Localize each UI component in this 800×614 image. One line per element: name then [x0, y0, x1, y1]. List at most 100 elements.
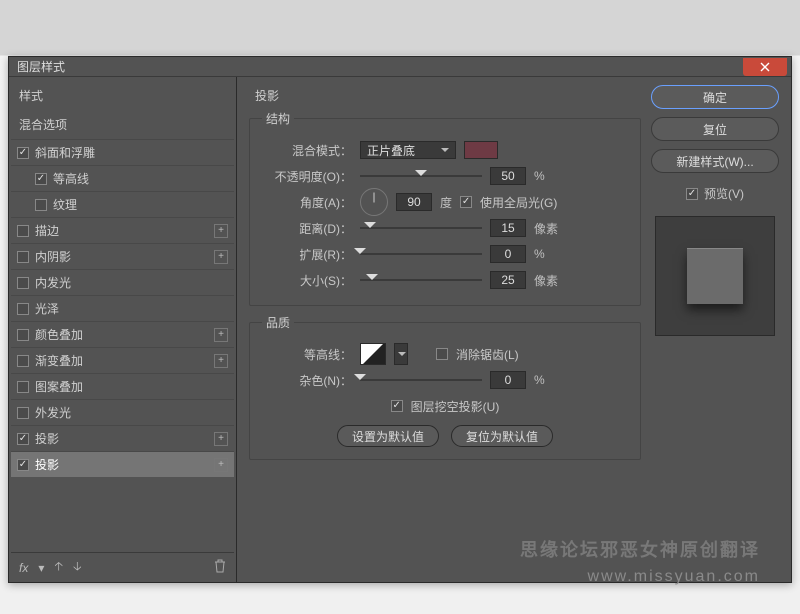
- plus-icon[interactable]: +: [214, 432, 228, 446]
- noise-input[interactable]: 0: [490, 371, 526, 389]
- sidebar-item-label: 描边: [35, 222, 59, 239]
- quality-group: 品质 等高线： 消除锯齿(L) 杂色(N)： 0 %: [249, 314, 641, 460]
- trash-icon[interactable]: [214, 559, 226, 576]
- angle-input[interactable]: 90: [396, 193, 432, 211]
- blend-options-header[interactable]: 混合选项: [11, 110, 234, 139]
- spread-input[interactable]: 0: [490, 245, 526, 263]
- reset-default-button[interactable]: 复位为默认值: [451, 425, 553, 447]
- contour-picker[interactable]: [360, 343, 386, 365]
- checkbox-icon[interactable]: [17, 225, 29, 237]
- checkbox-icon[interactable]: [17, 147, 29, 159]
- angle-unit: 度: [440, 194, 452, 211]
- sidebar-item-stroke[interactable]: 描边 +: [11, 217, 234, 243]
- contour-dropdown[interactable]: [394, 343, 408, 365]
- structure-legend: 结构: [262, 110, 294, 127]
- sidebar-item-label: 图案叠加: [35, 378, 83, 395]
- cancel-button[interactable]: 复位: [651, 117, 779, 141]
- global-light-label: 使用全局光(G): [480, 194, 557, 211]
- opacity-label: 不透明度(O)：: [262, 168, 352, 185]
- plus-icon[interactable]: +: [214, 250, 228, 264]
- chevron-down-icon[interactable]: ▾: [38, 561, 44, 575]
- size-slider[interactable]: [360, 273, 482, 287]
- knockout-checkbox[interactable]: [391, 400, 403, 412]
- spread-row: 扩展(R)： 0 %: [262, 241, 628, 267]
- knockout-label: 图层挖空投影(U): [411, 398, 500, 415]
- opacity-input[interactable]: 50: [490, 167, 526, 185]
- checkbox-icon[interactable]: [17, 407, 29, 419]
- ok-button[interactable]: 确定: [651, 85, 779, 109]
- blend-mode-row: 混合模式： 正片叠底: [262, 137, 628, 163]
- arrow-up-icon[interactable]: 🡡: [54, 557, 63, 578]
- sidebar-header: 样式: [11, 81, 234, 110]
- angle-label: 角度(A)：: [262, 194, 352, 211]
- blend-mode-label: 混合模式：: [262, 142, 352, 159]
- noise-row: 杂色(N)： 0 %: [262, 367, 628, 393]
- shadow-color-swatch[interactable]: [464, 141, 498, 159]
- checkbox-icon[interactable]: [17, 277, 29, 289]
- antialias-checkbox[interactable]: [436, 348, 448, 360]
- sidebar-item-gradient-overlay[interactable]: 渐变叠加 +: [11, 347, 234, 373]
- opacity-slider[interactable]: [360, 169, 482, 183]
- contour-row: 等高线： 消除锯齿(L): [262, 341, 628, 367]
- distance-label: 距离(D)：: [262, 220, 352, 237]
- distance-slider[interactable]: [360, 221, 482, 235]
- sidebar-item-label: 内阴影: [35, 248, 71, 265]
- checkbox-icon[interactable]: [17, 303, 29, 315]
- sidebar-item-inner-shadow[interactable]: 内阴影 +: [11, 243, 234, 269]
- close-icon: [760, 62, 770, 72]
- plus-icon[interactable]: +: [214, 458, 228, 472]
- preview-checkbox[interactable]: [686, 188, 698, 200]
- sidebar-item-color-overlay[interactable]: 颜色叠加 +: [11, 321, 234, 347]
- size-unit: 像素: [534, 272, 558, 289]
- sidebar-item-bevel[interactable]: 斜面和浮雕: [11, 139, 234, 165]
- sidebar-item-label: 渐变叠加: [35, 352, 83, 369]
- plus-icon[interactable]: +: [214, 354, 228, 368]
- checkbox-icon[interactable]: [35, 173, 47, 185]
- opacity-row: 不透明度(O)： 50 %: [262, 163, 628, 189]
- checkbox-icon[interactable]: [17, 381, 29, 393]
- noise-unit: %: [534, 373, 545, 387]
- fx-menu-button[interactable]: fx: [19, 561, 28, 575]
- global-light-checkbox[interactable]: [460, 196, 472, 208]
- plus-icon[interactable]: +: [214, 328, 228, 342]
- sidebar-item-outer-glow[interactable]: 外发光: [11, 399, 234, 425]
- spread-unit: %: [534, 247, 545, 261]
- sidebar-item-satin[interactable]: 光泽: [11, 295, 234, 321]
- arrow-down-icon[interactable]: 🡣: [73, 557, 82, 578]
- panel-title: 投影: [255, 87, 641, 104]
- sidebar-item-pattern-overlay[interactable]: 图案叠加: [11, 373, 234, 399]
- checkbox-icon[interactable]: [17, 433, 29, 445]
- blend-mode-select[interactable]: 正片叠底: [360, 141, 456, 159]
- angle-dial[interactable]: [360, 188, 388, 216]
- checkbox-icon[interactable]: [17, 459, 29, 471]
- make-default-button[interactable]: 设置为默认值: [337, 425, 439, 447]
- sidebar-item-drop-shadow-2[interactable]: 投影 +: [11, 451, 234, 477]
- sidebar-item-contour[interactable]: 等高线: [11, 165, 234, 191]
- size-input[interactable]: 25: [490, 271, 526, 289]
- checkbox-icon[interactable]: [35, 199, 47, 211]
- distance-input[interactable]: 15: [490, 219, 526, 237]
- sidebar-item-texture[interactable]: 纹理: [11, 191, 234, 217]
- default-buttons-row: 设置为默认值 复位为默认值: [262, 425, 628, 447]
- sidebar-item-label: 投影: [35, 456, 59, 473]
- noise-slider[interactable]: [360, 373, 482, 387]
- styles-sidebar: 样式 混合选项 斜面和浮雕 等高线 纹理 描边 + 内阴: [9, 77, 237, 582]
- spread-slider[interactable]: [360, 247, 482, 261]
- sidebar-item-label: 斜面和浮雕: [35, 144, 95, 161]
- titlebar[interactable]: 图层样式: [9, 57, 791, 77]
- preview-label: 预览(V): [704, 185, 744, 202]
- sidebar-item-drop-shadow-1[interactable]: 投影 +: [11, 425, 234, 451]
- size-row: 大小(S)： 25 像素: [262, 267, 628, 293]
- preview-toggle[interactable]: 预览(V): [686, 185, 744, 202]
- new-style-button[interactable]: 新建样式(W)...: [651, 149, 779, 173]
- checkbox-icon[interactable]: [17, 329, 29, 341]
- dialog-content: 样式 混合选项 斜面和浮雕 等高线 纹理 描边 + 内阴: [9, 77, 791, 582]
- checkbox-icon[interactable]: [17, 251, 29, 263]
- close-button[interactable]: [743, 58, 787, 76]
- plus-icon[interactable]: +: [214, 224, 228, 238]
- sidebar-item-label: 内发光: [35, 274, 71, 291]
- right-column: 确定 复位 新建样式(W)... 预览(V): [645, 77, 791, 582]
- sidebar-item-inner-glow[interactable]: 内发光: [11, 269, 234, 295]
- checkbox-icon[interactable]: [17, 355, 29, 367]
- sidebar-item-label: 外发光: [35, 404, 71, 421]
